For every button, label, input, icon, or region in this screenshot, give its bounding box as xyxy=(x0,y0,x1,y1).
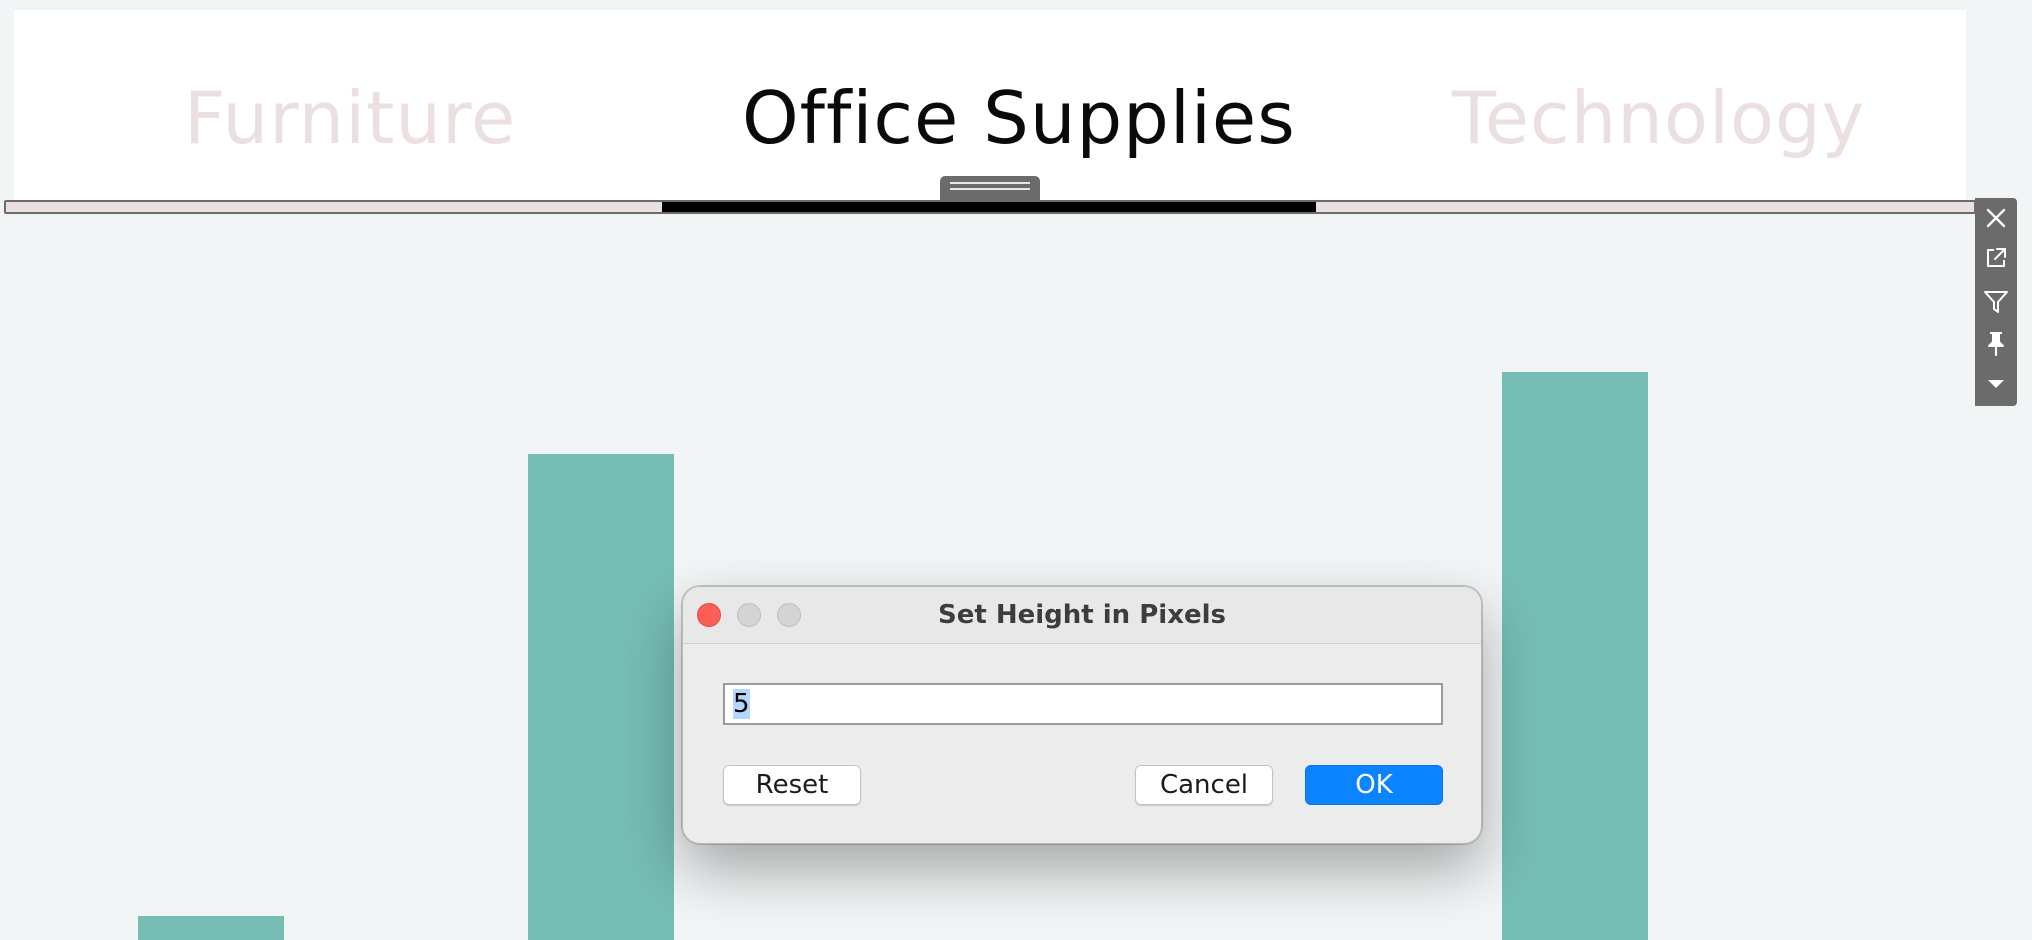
reset-button[interactable]: Reset xyxy=(723,765,861,805)
slider-thumb[interactable] xyxy=(662,202,1316,212)
dialog-titlebar[interactable]: Set Height in Pixels xyxy=(683,587,1481,644)
category-office-supplies[interactable]: Office Supplies xyxy=(742,68,1296,168)
height-input-value: 5 xyxy=(733,689,750,719)
set-height-dialog: Set Height in Pixels 5 Reset Cancel OK xyxy=(682,586,1482,844)
category-header: Furniture Office Supplies Technology xyxy=(14,10,1966,200)
category-furniture[interactable]: Furniture xyxy=(184,68,516,168)
floating-toolbar xyxy=(1975,198,2017,406)
height-input[interactable]: 5 xyxy=(723,683,1443,725)
pin-icon[interactable] xyxy=(1975,326,2017,362)
cancel-button[interactable]: Cancel xyxy=(1135,765,1273,805)
bar-left[interactable] xyxy=(138,916,284,940)
caret-down-icon[interactable] xyxy=(1975,366,2017,402)
dialog-title: Set Height in Pixels xyxy=(938,600,1226,630)
filter-icon[interactable] xyxy=(1975,284,2017,320)
resize-grip[interactable] xyxy=(940,176,1040,200)
external-link-icon[interactable] xyxy=(1975,240,2017,276)
bar-middle[interactable] xyxy=(528,454,674,940)
category-technology[interactable]: Technology xyxy=(1452,68,1865,168)
close-icon[interactable] xyxy=(1975,200,2017,236)
bar-right[interactable] xyxy=(1502,372,1648,940)
ok-button[interactable]: OK xyxy=(1305,765,1443,805)
